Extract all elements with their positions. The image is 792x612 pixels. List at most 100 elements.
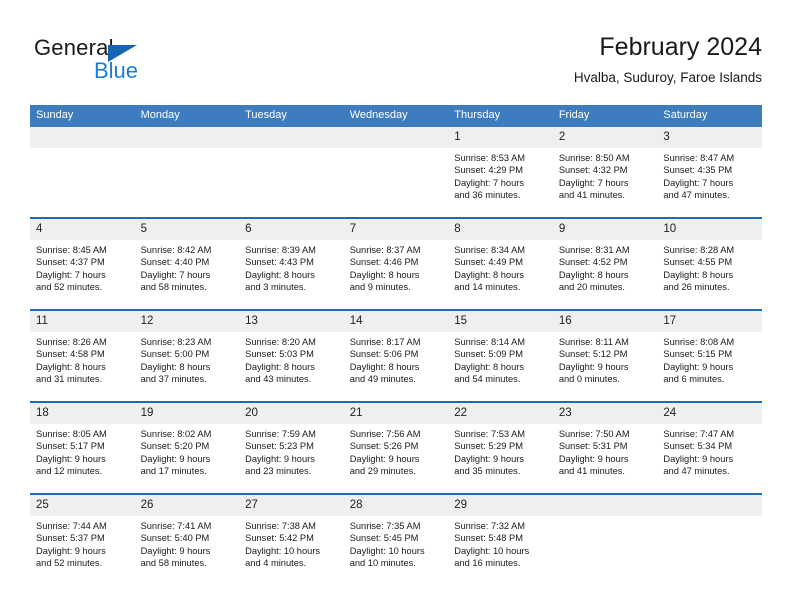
day-cell[interactable]: 13 Sunrise: 8:20 AM Sunset: 5:03 PM Dayligh… <box>239 309 344 402</box>
sunset-text: Sunset: 4:35 PM <box>663 165 733 176</box>
day-details: Sunrise: 8:28 AM Sunset: 4:55 PM Daylight:… <box>657 240 762 294</box>
day-cell[interactable]: 20 Sunrise: 7:59 AM Sunset: 5:23 PM Dayligh… <box>239 401 344 494</box>
sunrise-text: Sunrise: 7:47 AM <box>663 429 735 439</box>
sunrise-text: Sunrise: 8:28 AM <box>663 245 735 255</box>
day-cell[interactable]: 12 Sunrise: 8:23 AM Sunset: 5:00 PM Dayligh… <box>134 309 240 402</box>
sunrise-text: Sunrise: 8:47 AM <box>663 153 735 163</box>
daylight-text-line1: Daylight: 9 hours <box>140 545 211 556</box>
sunset-text: Sunset: 5:48 PM <box>454 533 523 544</box>
daylight-text-line2: and 6 minutes. <box>663 374 725 385</box>
sunset-text: Sunset: 4:43 PM <box>245 257 314 268</box>
sunrise-text: Sunrise: 8:17 AM <box>349 337 421 347</box>
day-cell[interactable]: 6 Sunrise: 8:39 AM Sunset: 4:43 PM Daylight… <box>239 217 344 310</box>
daylight-text-line2: and 52 minutes. <box>36 558 103 569</box>
sunset-text: Sunset: 5:29 PM <box>454 441 523 452</box>
day-cell[interactable]: 1 Sunrise: 8:53 AM Sunset: 4:29 PM Daylight… <box>448 127 553 218</box>
day-cell[interactable]: 22 Sunrise: 7:53 AM Sunset: 5:29 PM Dayligh… <box>448 401 553 494</box>
day-cell[interactable]: 4 Sunrise: 8:45 AM Sunset: 4:37 PM Daylight… <box>30 217 135 310</box>
day-details: Sunrise: 8:02 AM Sunset: 5:20 PM Daylight:… <box>135 424 240 478</box>
day-cell[interactable]: 15 Sunrise: 8:14 AM Sunset: 5:09 PM Dayligh… <box>448 309 553 402</box>
day-cell[interactable]: 23 Sunrise: 7:50 AM Sunset: 5:31 PM Dayligh… <box>552 401 658 494</box>
day-cell[interactable]: 8 Sunrise: 8:34 AM Sunset: 4:49 PM Daylight… <box>448 217 553 310</box>
daylight-text-line1: Daylight: 8 hours <box>36 361 106 372</box>
sunrise-text: Sunrise: 8:50 AM <box>558 153 630 163</box>
title-block: February 2024 Hvalba, Suduroy, Faroe Isl… <box>574 32 762 86</box>
day-number <box>552 495 658 516</box>
daylight-text-line1: Daylight: 8 hours <box>245 269 315 280</box>
sunrise-text: Sunrise: 8:31 AM <box>558 245 630 255</box>
daylight-text-line1: Daylight: 10 hours <box>349 545 425 556</box>
day-cell[interactable]: 18 Sunrise: 8:05 AM Sunset: 5:17 PM Dayligh… <box>30 401 135 494</box>
day-cell[interactable] <box>343 127 449 218</box>
calendar-page: General Blue February 2024 Hvalba, Sudur… <box>0 0 792 612</box>
day-number: 25 <box>30 495 135 516</box>
day-cell[interactable]: 26 Sunrise: 7:41 AM Sunset: 5:40 PM Dayligh… <box>134 493 240 585</box>
day-cell[interactable] <box>552 493 658 585</box>
day-details: Sunrise: 8:45 AM Sunset: 4:37 PM Daylight:… <box>30 240 135 294</box>
daylight-text-line2: and 58 minutes. <box>140 282 207 293</box>
daylight-text-line1: Daylight: 8 hours <box>349 269 420 280</box>
weekday-header-saturday: Saturday <box>657 105 762 127</box>
daylight-text-line1: Daylight: 9 hours <box>36 453 106 464</box>
day-cell[interactable]: 9 Sunrise: 8:31 AM Sunset: 4:52 PM Daylight… <box>552 217 658 310</box>
day-cell[interactable] <box>657 493 762 585</box>
page-title: February 2024 <box>599 33 762 61</box>
day-cell[interactable]: 24 Sunrise: 7:47 AM Sunset: 5:34 PM Dayligh… <box>657 401 762 494</box>
day-cell[interactable]: 5 Sunrise: 8:42 AM Sunset: 4:40 PM Daylight… <box>134 217 240 310</box>
day-cell[interactable]: 7 Sunrise: 8:37 AM Sunset: 4:46 PM Daylight… <box>343 217 449 310</box>
day-number: 29 <box>448 495 553 516</box>
sunrise-text: Sunrise: 7:59 AM <box>245 429 316 439</box>
day-details: Sunrise: 7:32 AM Sunset: 5:48 PM Daylight:… <box>448 516 553 570</box>
daylight-text-line2: and 37 minutes. <box>140 374 207 385</box>
day-details <box>344 148 449 152</box>
sunrise-text: Sunrise: 8:34 AM <box>454 245 526 255</box>
day-cell[interactable] <box>239 127 344 218</box>
sunset-text: Sunset: 5:23 PM <box>245 441 314 452</box>
day-cell[interactable] <box>134 127 240 218</box>
daylight-text-line1: Daylight: 9 hours <box>245 453 315 464</box>
sunset-text: Sunset: 5:31 PM <box>558 441 628 452</box>
sunset-text: Sunset: 4:37 PM <box>36 257 105 268</box>
day-cell[interactable]: 17 Sunrise: 8:08 AM Sunset: 5:15 PM Dayligh… <box>657 309 762 402</box>
daylight-text-line1: Daylight: 8 hours <box>558 269 629 280</box>
day-cell[interactable]: 19 Sunrise: 8:02 AM Sunset: 5:20 PM Dayligh… <box>134 401 240 494</box>
day-details: Sunrise: 8:50 AM Sunset: 4:32 PM Daylight:… <box>553 148 658 202</box>
day-details: Sunrise: 8:47 AM Sunset: 4:35 PM Daylight:… <box>657 148 762 202</box>
day-cell[interactable]: 25 Sunrise: 7:44 AM Sunset: 5:37 PM Dayligh… <box>30 493 135 585</box>
day-number: 4 <box>30 219 135 240</box>
sunset-text: Sunset: 5:09 PM <box>454 349 523 360</box>
day-cell[interactable] <box>30 127 135 218</box>
day-number: 10 <box>657 219 762 240</box>
weekday-header-thursday: Thursday <box>448 105 553 127</box>
daylight-text-line1: Daylight: 10 hours <box>454 545 530 556</box>
day-cell[interactable]: 10 Sunrise: 8:28 AM Sunset: 4:55 PM Dayligh… <box>657 217 762 310</box>
sunrise-text: Sunrise: 8:42 AM <box>140 245 212 255</box>
sunset-text: Sunset: 5:26 PM <box>349 441 419 452</box>
sunset-text: Sunset: 5:40 PM <box>140 533 210 544</box>
weekday-header-tuesday: Tuesday <box>239 105 344 127</box>
sunset-text: Sunset: 5:34 PM <box>663 441 733 452</box>
day-cell[interactable]: 29 Sunrise: 7:32 AM Sunset: 5:48 PM Dayligh… <box>448 493 553 585</box>
sunset-text: Sunset: 5:06 PM <box>349 349 419 360</box>
sunset-text: Sunset: 5:00 PM <box>140 349 210 360</box>
day-cell[interactable]: 16 Sunrise: 8:11 AM Sunset: 5:12 PM Dayligh… <box>552 309 658 402</box>
daylight-text-line2: and 47 minutes. <box>663 190 730 201</box>
day-cell[interactable]: 21 Sunrise: 7:56 AM Sunset: 5:26 PM Dayligh… <box>343 401 449 494</box>
day-cell[interactable]: 3 Sunrise: 8:47 AM Sunset: 4:35 PM Daylight… <box>657 127 762 218</box>
day-cell[interactable]: 28 Sunrise: 7:35 AM Sunset: 5:45 PM Dayligh… <box>343 493 449 585</box>
daylight-text-line1: Daylight: 9 hours <box>663 361 734 372</box>
day-cell[interactable]: 2 Sunrise: 8:50 AM Sunset: 4:32 PM Daylight… <box>552 127 658 218</box>
day-cell[interactable]: 27 Sunrise: 7:38 AM Sunset: 5:42 PM Dayligh… <box>239 493 344 585</box>
daylight-text-line2: and 12 minutes. <box>36 466 103 477</box>
day-cell[interactable]: 14 Sunrise: 8:17 AM Sunset: 5:06 PM Dayligh… <box>343 309 449 402</box>
day-details: Sunrise: 8:26 AM Sunset: 4:58 PM Daylight:… <box>30 332 135 386</box>
sunset-text: Sunset: 4:40 PM <box>140 257 210 268</box>
day-cell[interactable]: 11 Sunrise: 8:26 AM Sunset: 4:58 PM Dayligh… <box>30 309 135 402</box>
sunset-text: Sunset: 5:45 PM <box>349 533 419 544</box>
daylight-text-line2: and 16 minutes. <box>454 558 521 569</box>
daylight-text-line2: and 47 minutes. <box>663 466 730 477</box>
generalblue-logo: General Blue <box>34 36 254 92</box>
day-number: 1 <box>448 127 553 148</box>
logo-text-blue: Blue <box>94 58 139 83</box>
day-number: 23 <box>552 403 658 424</box>
